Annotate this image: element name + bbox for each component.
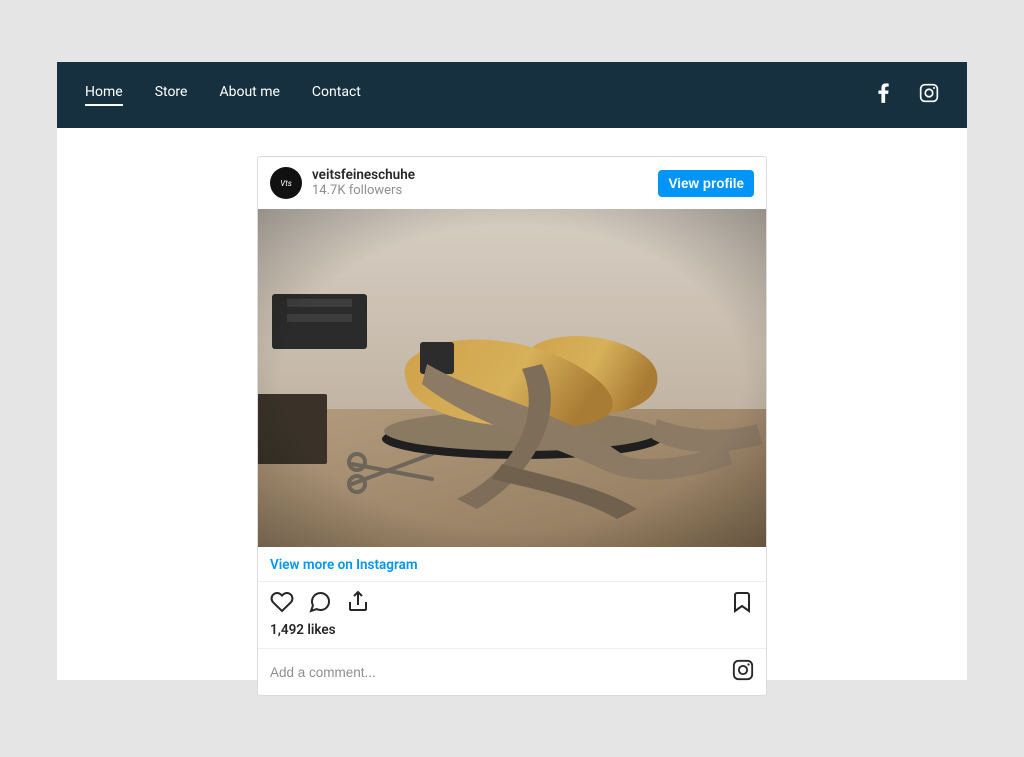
nav-item-label: About me — [219, 84, 279, 100]
instagram-icon[interactable] — [919, 83, 939, 107]
ig-userblock: veitsfeineschuhe 14.7K followers — [312, 167, 415, 199]
instagram-logo-icon[interactable] — [732, 659, 754, 685]
nav-item-about[interactable]: About me — [219, 84, 279, 106]
nav-item-contact[interactable]: Contact — [312, 84, 361, 106]
nav-item-label: Home — [85, 84, 123, 100]
nav-item-home[interactable]: Home — [85, 84, 123, 106]
ig-actions — [258, 582, 766, 622]
view-more-link[interactable]: View more on Instagram — [258, 547, 766, 582]
page-container: Home Store About me Contact Vts veitsfei… — [57, 62, 967, 680]
instagram-embed-card: Vts veitsfeineschuhe 14.7K followers Vie… — [257, 156, 767, 696]
ig-username[interactable]: veitsfeineschuhe — [312, 167, 415, 183]
nav-item-label: Store — [155, 84, 188, 100]
nav-right — [878, 83, 939, 107]
view-profile-button[interactable]: View profile — [658, 170, 754, 197]
ig-header: Vts veitsfeineschuhe 14.7K followers Vie… — [258, 157, 766, 209]
nav-item-store[interactable]: Store — [155, 84, 188, 106]
comment-icon[interactable] — [308, 590, 332, 618]
content-area: Vts veitsfeineschuhe 14.7K followers Vie… — [57, 128, 967, 696]
nav-left: Home Store About me Contact — [85, 84, 361, 106]
ig-post-image[interactable] — [258, 209, 766, 547]
avatar[interactable]: Vts — [270, 167, 302, 199]
bookmark-icon[interactable] — [730, 590, 754, 618]
share-icon[interactable] — [346, 590, 370, 618]
likes-count[interactable]: 1,492 likes — [258, 622, 766, 648]
like-icon[interactable] — [270, 590, 294, 618]
facebook-icon[interactable] — [878, 83, 889, 107]
ig-followers: 14.7K followers — [312, 183, 415, 199]
navbar: Home Store About me Contact — [57, 62, 967, 128]
comment-input[interactable] — [270, 665, 732, 680]
comment-row — [258, 648, 766, 695]
nav-item-label: Contact — [312, 84, 361, 100]
